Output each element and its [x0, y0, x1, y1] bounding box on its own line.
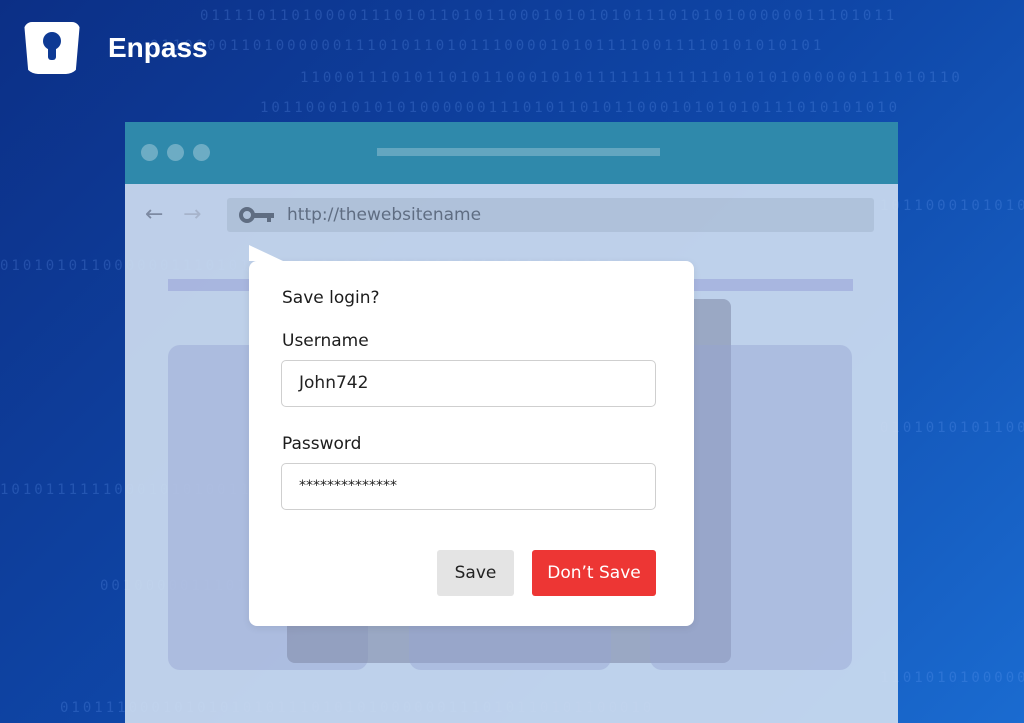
dialog-title: Save login? — [282, 288, 380, 308]
username-field[interactable]: John742 — [281, 360, 656, 407]
address-bar[interactable]: http://thewebsitename — [227, 198, 874, 232]
binary-row: 0111101101000011101011010110001010101011… — [200, 8, 898, 24]
window-control-dot[interactable] — [141, 144, 158, 161]
password-field[interactable]: ************** — [281, 463, 656, 510]
arrow-right-icon[interactable]: → — [183, 202, 201, 227]
tab-title-placeholder — [377, 148, 660, 156]
save-login-dialog: Save login? Username John742 Password **… — [249, 245, 694, 626]
window-control-dot[interactable] — [167, 144, 184, 161]
arrow-left-icon[interactable]: ← — [145, 202, 163, 227]
binary-row: 1011000101010101100010101000000111010110… — [880, 198, 1024, 214]
dont-save-button[interactable]: Don’t Save — [532, 550, 656, 596]
username-label: Username — [282, 331, 369, 351]
url-text: http://thewebsitename — [287, 205, 482, 225]
save-button[interactable]: Save — [437, 550, 514, 596]
binary-row: 0101010101100010101011101010100000011101… — [880, 420, 1024, 436]
binary-row: 0110100110100000011101011010111000010101… — [150, 38, 825, 54]
window-controls — [141, 144, 210, 161]
brand-name: Enpass — [108, 32, 208, 63]
binary-row: 1011000101010100000011101011010110001010… — [260, 100, 901, 116]
brand-logo: Enpass — [24, 22, 208, 74]
key-icon — [239, 205, 275, 225]
keyhole-icon — [24, 22, 80, 74]
window-control-dot[interactable] — [193, 144, 210, 161]
navigation-bar: ← → http://thewebsitename — [125, 198, 898, 232]
password-label: Password — [282, 434, 362, 454]
binary-row: 1101010100000001110101101011000101010101… — [880, 670, 1024, 686]
browser-titlebar — [125, 122, 898, 184]
binary-row: 1100011101011010110001010111111111111010… — [300, 70, 963, 86]
